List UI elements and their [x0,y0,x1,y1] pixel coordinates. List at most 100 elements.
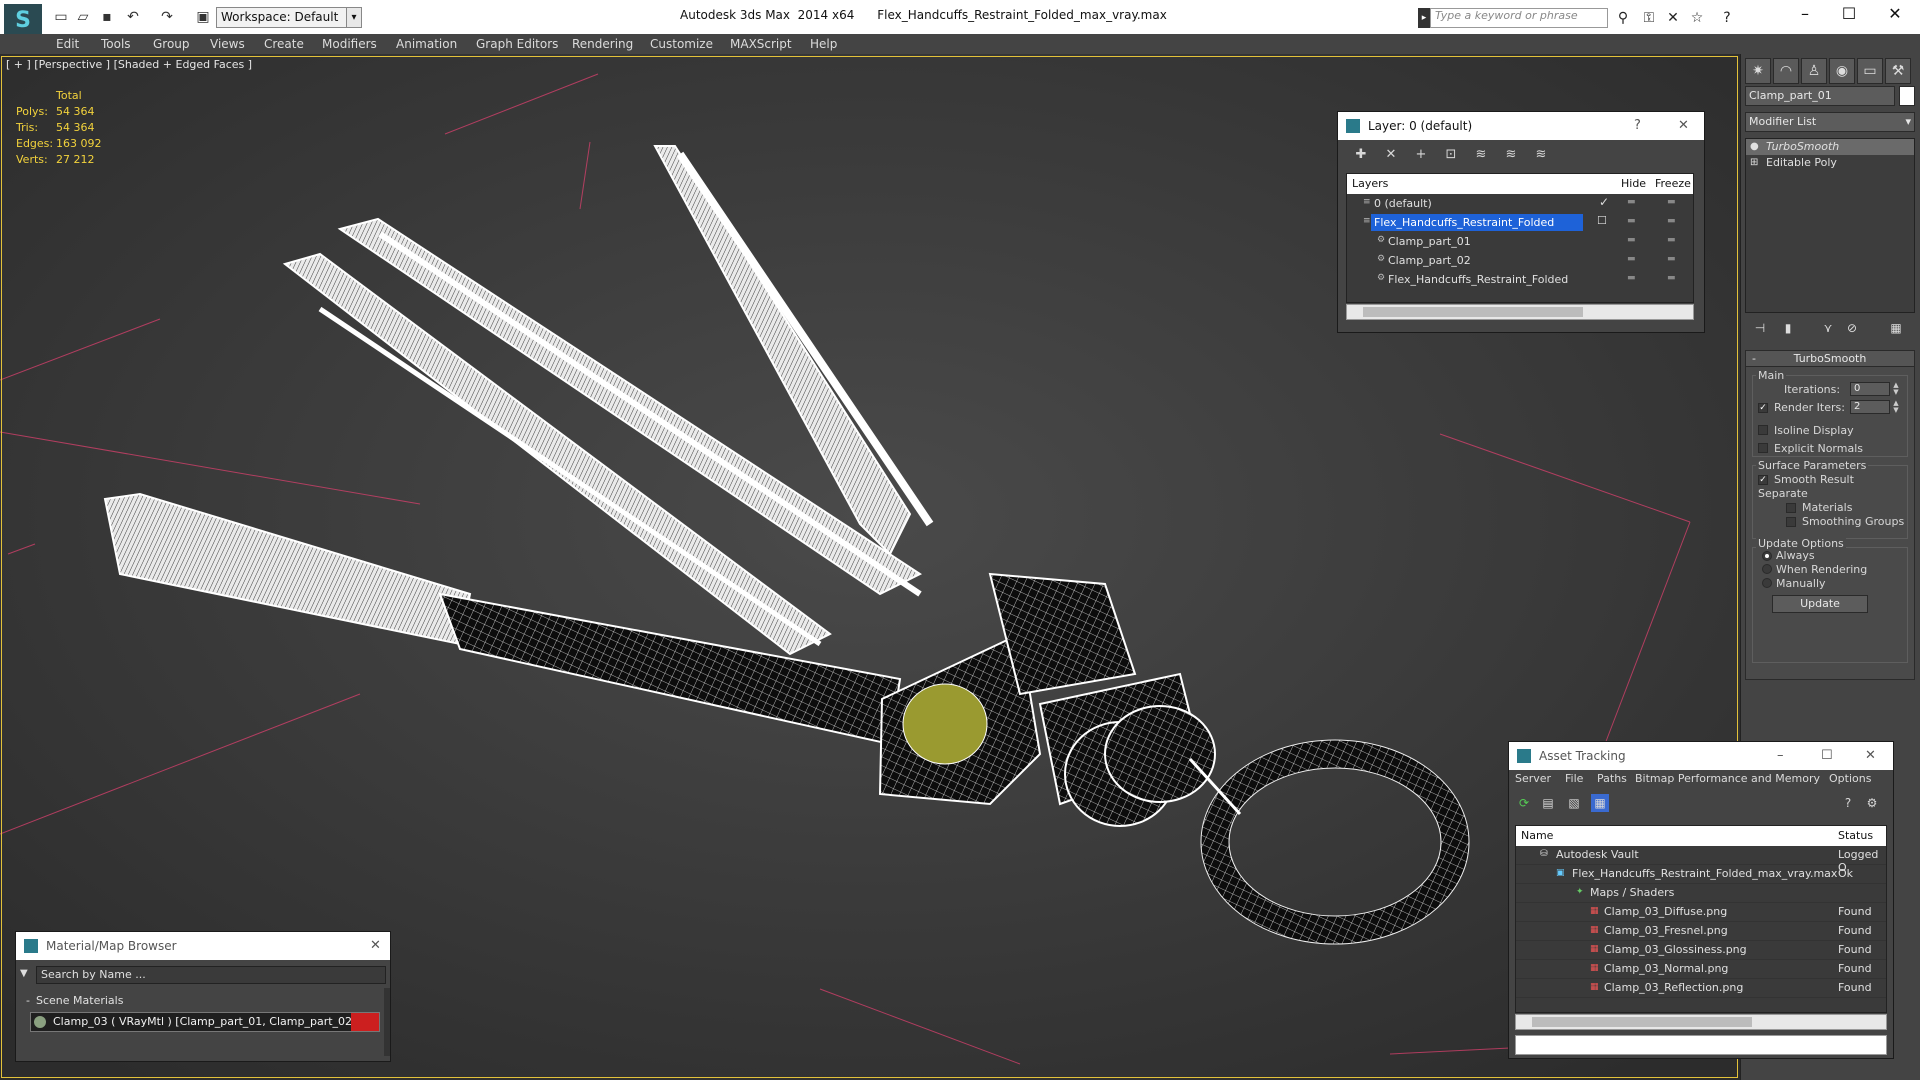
create-tab-icon[interactable]: ✷ [1745,58,1771,84]
asset-path-field[interactable] [1515,1035,1887,1055]
configure-modifier-sets-icon[interactable]: ▦ [1885,318,1907,338]
layer-row-flex-handcuffs-object[interactable]: ⚙ Flex_Handcuffs_Restraint_Folded ▬ ▬ [1347,270,1693,289]
material-item-clamp-03[interactable]: Clamp_03 ( VRayMtl ) [Clamp_part_01, Cla… [30,1012,380,1032]
menu-group[interactable]: Group [153,34,190,54]
asset-row-glossiness[interactable]: ▦ Clamp_03_Glossiness.png Found [1516,941,1886,960]
select-in-layer-icon[interactable]: ⊡ [1442,146,1460,164]
when-rendering-radio[interactable] [1762,564,1772,574]
maximize-icon[interactable]: ☐ [1826,0,1872,30]
app-logo-icon[interactable]: S [4,4,42,36]
modifier-stack[interactable]: ● TurboSmooth ⊞ Editable Poly [1745,138,1915,313]
set-current-box[interactable]: ☐ [1597,214,1607,227]
show-end-result-icon[interactable]: ▮ [1777,318,1799,338]
scroll-thumb[interactable] [1532,1017,1752,1027]
manually-radio[interactable] [1762,578,1772,588]
layer-horizontal-scrollbar[interactable] [1346,304,1694,320]
freeze-toggle[interactable]: ▬ [1667,216,1676,226]
redo-icon[interactable]: ↷ [158,8,176,26]
undo-icon[interactable]: ↶ [124,8,142,26]
asset-maximize-icon[interactable]: ☐ [1821,742,1833,770]
layer-help-icon[interactable]: ? [1634,112,1641,140]
material-browser-close-icon[interactable]: ✕ [370,932,381,960]
binoculars-icon[interactable]: ⚲ [1614,9,1632,27]
layer-dialog-titlebar[interactable]: Layer: 0 (default) ? ✕ [1338,112,1704,140]
refresh-icon[interactable]: ⟳ [1515,794,1533,812]
menu-tools[interactable]: Tools [101,34,131,54]
freeze-toggle[interactable]: ▬ [1667,197,1676,207]
save-icon[interactable]: ▪ [98,8,116,26]
smooth-result-checkbox[interactable]: ✓ [1758,475,1768,485]
stack-item-turbosmooth[interactable]: ● TurboSmooth [1746,139,1914,155]
favorites-star-icon[interactable]: ☆ [1688,9,1706,27]
help-icon[interactable]: ? [1718,9,1736,27]
render-iters-checkbox[interactable]: ✓ [1758,403,1768,413]
menu-maxscript[interactable]: MAXScript [730,34,792,54]
layer-row-flex-handcuffs[interactable]: ≡ Flex_Handcuffs_Restraint_Folded ☐ ▬ ▬ [1347,213,1693,232]
workspace-dropdown[interactable]: Workspace: Default [216,7,362,28]
pin-stack-icon[interactable]: ⊣ [1749,318,1771,338]
asset-row-normal[interactable]: ▦ Clamp_03_Normal.png Found [1516,960,1886,979]
material-browser-titlebar[interactable]: Material/Map Browser ✕ [16,932,390,960]
hide-toggle[interactable]: ▬ [1627,216,1636,226]
expand-plus-icon[interactable]: ⊞ [1750,155,1758,171]
search-expand-icon[interactable]: ▸ [1418,8,1430,28]
material-search-input[interactable]: Search by Name ... [36,966,386,984]
layer-row-clamp-part-02[interactable]: ⚙ Clamp_part_02 ▬ ▬ [1347,251,1693,270]
motion-tab-icon[interactable]: ◉ [1829,58,1855,84]
asset-row-reflection[interactable]: ▦ Clamp_03_Reflection.png Found [1516,979,1886,998]
object-name-field[interactable]: Clamp_part_01 [1745,86,1895,106]
asset-menu-paths[interactable]: Paths [1597,772,1627,785]
hierarchy-tab-icon[interactable]: ♙ [1801,58,1827,84]
utilities-tab-icon[interactable]: ⚒ [1885,58,1911,84]
asset-settings-icon[interactable]: ⚙ [1863,794,1881,812]
highlight-selected-icon[interactable]: ≋ [1472,146,1490,164]
menu-edit[interactable]: Edit [56,34,79,54]
table-view-icon[interactable]: ▦ [1591,794,1609,812]
col-layers[interactable]: Layers [1352,177,1388,190]
asset-row-fresnel[interactable]: ▦ Clamp_03_Fresnel.png Found [1516,922,1886,941]
col-freeze[interactable]: Freeze [1655,177,1691,190]
modify-tab-icon[interactable]: ◠ [1773,58,1799,84]
viewport-label[interactable]: [ + ] [Perspective ] [Shaded + Edged Fac… [6,58,252,71]
asset-help-icon[interactable]: ? [1839,794,1857,812]
always-radio[interactable] [1762,551,1772,561]
open-file-icon[interactable]: ▱ [74,8,92,26]
asset-row-maps-shaders[interactable]: ✦ Maps / Shaders [1516,884,1886,903]
create-layer-icon[interactable]: ✚ [1352,146,1370,164]
hide-all-layers-icon[interactable]: ≋ [1502,146,1520,164]
asset-menu-bitmap[interactable]: Bitmap Performance and Memory [1635,772,1820,785]
hide-toggle[interactable]: ▬ [1627,254,1636,264]
material-vertical-scrollbar[interactable] [384,988,390,1056]
menu-animation[interactable]: Animation [396,34,457,54]
subscription-icon[interactable]: ⚿ [1640,9,1658,27]
delete-layer-icon[interactable]: ✕ [1382,146,1400,164]
new-file-icon[interactable]: ▭ [52,8,70,26]
menu-modifiers[interactable]: Modifiers [322,34,377,54]
col-hide[interactable]: Hide [1621,177,1646,190]
search-input[interactable]: Type a keyword or phrase [1430,8,1608,28]
thumbnail-view-icon[interactable]: ▧ [1565,794,1583,812]
hide-toggle[interactable]: ▬ [1627,235,1636,245]
freeze-toggle[interactable]: ▬ [1667,235,1676,245]
browser-options-arrow-icon[interactable]: ▼ [20,968,28,979]
asset-row-diffuse[interactable]: ▦ Clamp_03_Diffuse.png Found [1516,903,1886,922]
asset-tracking-titlebar[interactable]: Asset Tracking – ☐ ✕ [1509,742,1893,770]
freeze-toggle[interactable]: ▬ [1667,254,1676,264]
freeze-toggle[interactable]: ▬ [1667,273,1676,283]
asset-menu-server[interactable]: Server [1515,772,1551,785]
asset-horizontal-scrollbar[interactable] [1515,1014,1887,1030]
lightbulb-icon[interactable]: ● [1750,139,1759,155]
render-iters-spin-arrows-icon[interactable]: ▲ ▼ [1892,400,1900,414]
menu-create[interactable]: Create [264,34,304,54]
materials-checkbox[interactable] [1786,503,1796,513]
col-name[interactable]: Name [1521,829,1553,842]
modifier-list-dropdown[interactable]: Modifier List [1745,112,1915,132]
workspace-menu-arrow-icon[interactable]: ▾ [346,7,362,28]
menu-customize[interactable]: Customize [650,34,713,54]
iterations-spin-arrows-icon[interactable]: ▲ ▼ [1892,382,1900,396]
freeze-all-layers-icon[interactable]: ≋ [1532,146,1550,164]
hide-toggle[interactable]: ▬ [1627,273,1636,283]
list-view-icon[interactable]: ▤ [1539,794,1557,812]
display-tab-icon[interactable]: ▭ [1857,58,1883,84]
hide-toggle[interactable]: ▬ [1627,197,1636,207]
